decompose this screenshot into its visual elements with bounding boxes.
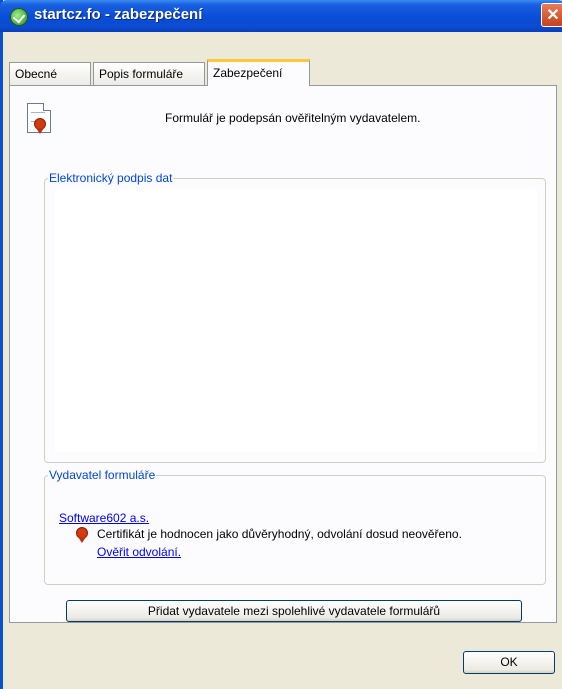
close-button[interactable]: ✕	[541, 3, 562, 27]
add-trusted-publisher-button[interactable]: Přidat vydavatele mezi spolehlivé vydava…	[66, 600, 522, 622]
dialog-window: startcz.fo - zabezpečení ✕ Obecné Popis …	[0, 0, 562, 689]
publisher-link[interactable]: Software602 a.s.	[59, 511, 149, 525]
signature-group-label: Elektronický podpis dat	[48, 171, 174, 185]
publisher-group: Vydavatel formuláře Software602 a.s. Cer…	[44, 468, 546, 585]
tab-zabezpeceni[interactable]: Zabezpečení	[207, 59, 310, 86]
certificate-status-text: Certifikát je hodnocen jako důvěryhodný,…	[97, 527, 462, 541]
tab-popis-formulare[interactable]: Popis formuláře	[93, 62, 205, 85]
title-bar[interactable]: startcz.fo - zabezpečení ✕	[0, 0, 562, 32]
tab-obecne[interactable]: Obecné	[9, 62, 91, 85]
certificate-seal-icon	[76, 527, 88, 543]
window-title: startcz.fo - zabezpečení	[34, 6, 203, 23]
tab-panel-security: Formulář je podepsán ověřitelným vydavat…	[9, 85, 557, 623]
signature-list[interactable]	[55, 190, 537, 452]
signed-document-icon	[27, 103, 51, 134]
signature-status-text: Formulář je podepsán ověřitelným vydavat…	[165, 111, 421, 125]
verify-revocation-link[interactable]: Ověřit odvolání.	[97, 545, 181, 559]
signature-group: Elektronický podpis dat	[44, 171, 546, 463]
ok-button[interactable]: OK	[463, 651, 555, 674]
app-check-icon	[10, 8, 28, 26]
publisher-group-label: Vydavatel formuláře	[48, 468, 157, 482]
